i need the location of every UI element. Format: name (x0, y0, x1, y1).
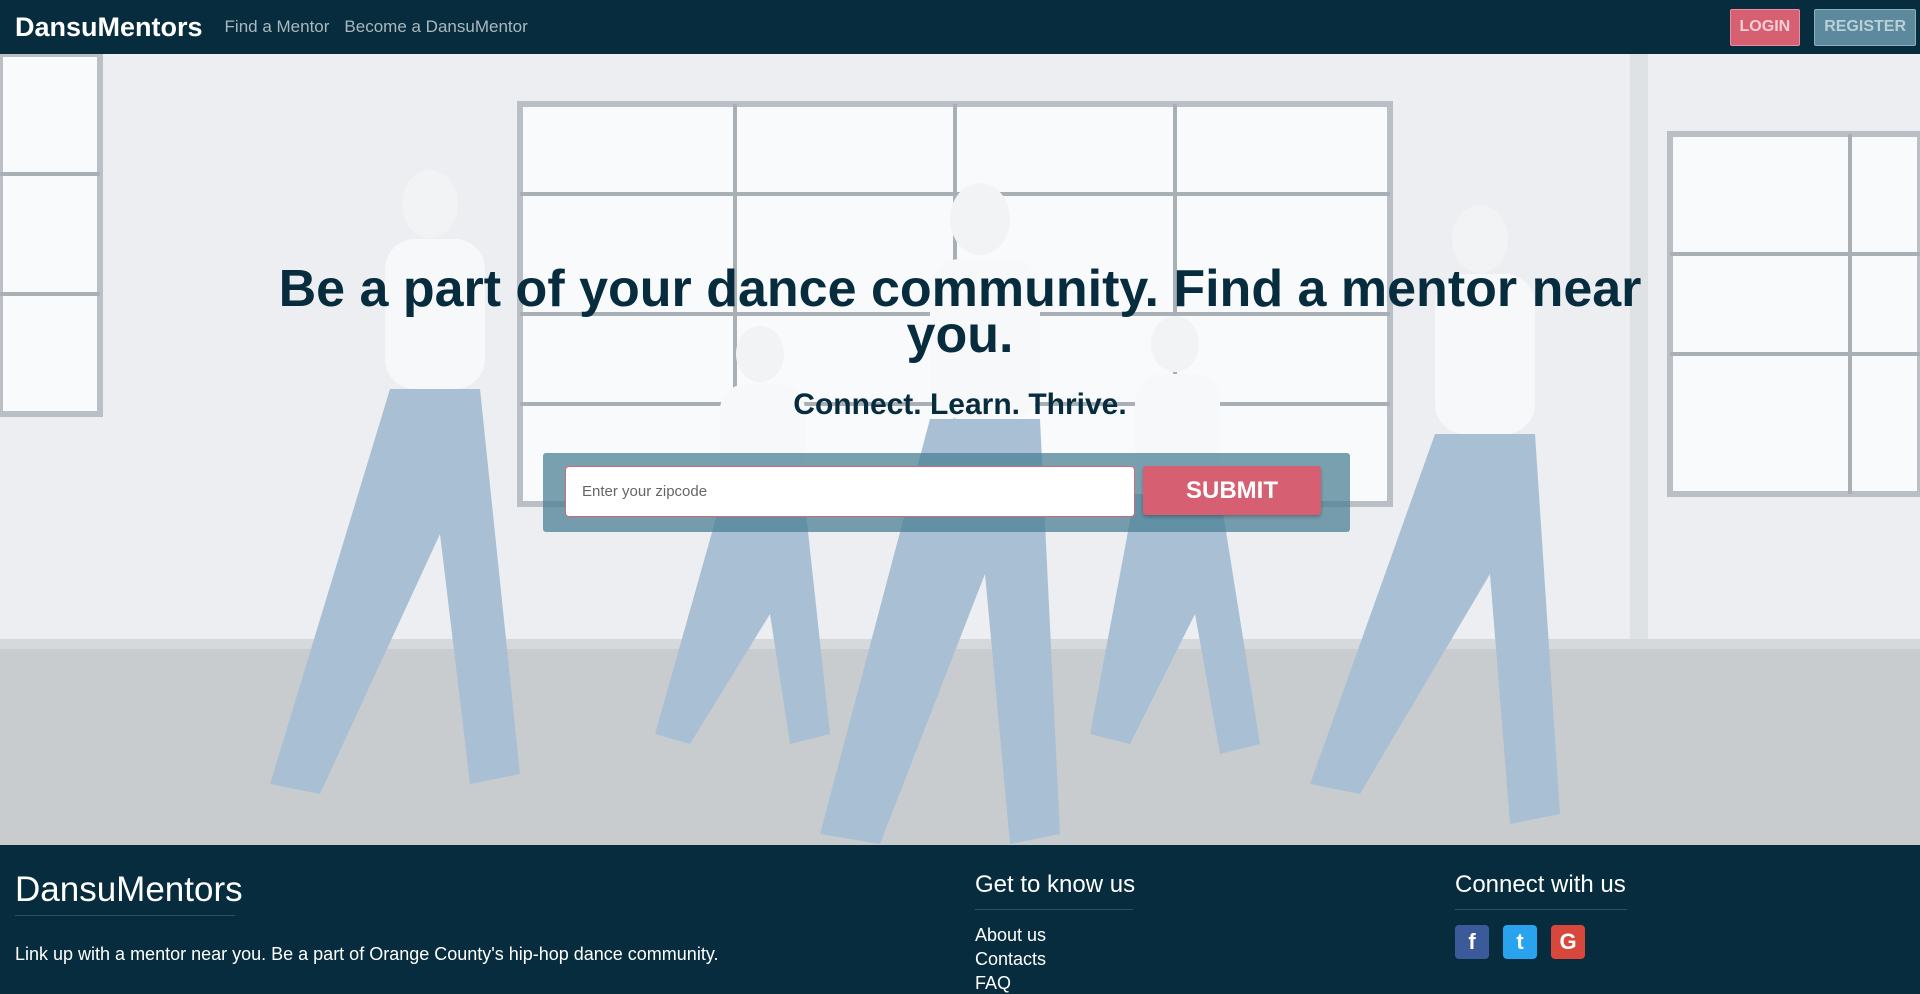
footer-divider (15, 915, 235, 916)
facebook-icon[interactable]: f (1455, 925, 1489, 959)
hero-section: Be a part of your dance community. Find … (0, 54, 1920, 845)
get-to-know-divider (975, 909, 1133, 910)
twitter-icon[interactable]: t (1503, 925, 1537, 959)
login-button[interactable]: LOGIN (1729, 8, 1801, 46)
nav-link-find-mentor[interactable]: Find a Mentor (225, 17, 330, 37)
nav-link-become-mentor[interactable]: Become a DansuMentor (344, 17, 527, 37)
submit-button[interactable]: SUBMIT (1143, 466, 1321, 515)
zipcode-search-form: SUBMIT (543, 453, 1350, 532)
top-navbar: DansuMentors Find a Mentor Become a Dans… (0, 0, 1920, 54)
social-icons: f t G (1455, 925, 1585, 959)
footer-tagline: Link up with a mentor near you. Be a par… (15, 944, 719, 964)
faq-link[interactable]: FAQ (975, 973, 1046, 994)
get-to-know-links: About us Contacts FAQ (975, 925, 1046, 994)
hero-subtitle: Connect. Learn. Thrive. (793, 388, 1127, 421)
hero-title: Be a part of your dance community. Find … (278, 260, 1642, 364)
brand-logo[interactable]: DansuMentors (15, 12, 203, 43)
connect-divider (1455, 909, 1627, 910)
auth-buttons: LOGIN REGISTER (1729, 8, 1916, 46)
about-us-link[interactable]: About us (975, 925, 1046, 946)
google-icon[interactable]: G (1551, 925, 1585, 959)
footer-brand: DansuMentors (15, 870, 243, 909)
site-footer: DansuMentors Link up with a mentor near … (0, 845, 1920, 993)
register-button[interactable]: REGISTER (1814, 8, 1916, 46)
contacts-link[interactable]: Contacts (975, 949, 1046, 970)
hero-background-image (0, 54, 1920, 845)
connect-heading: Connect with us (1455, 871, 1626, 898)
get-to-know-heading: Get to know us (975, 871, 1136, 898)
zipcode-input[interactable] (565, 466, 1135, 517)
